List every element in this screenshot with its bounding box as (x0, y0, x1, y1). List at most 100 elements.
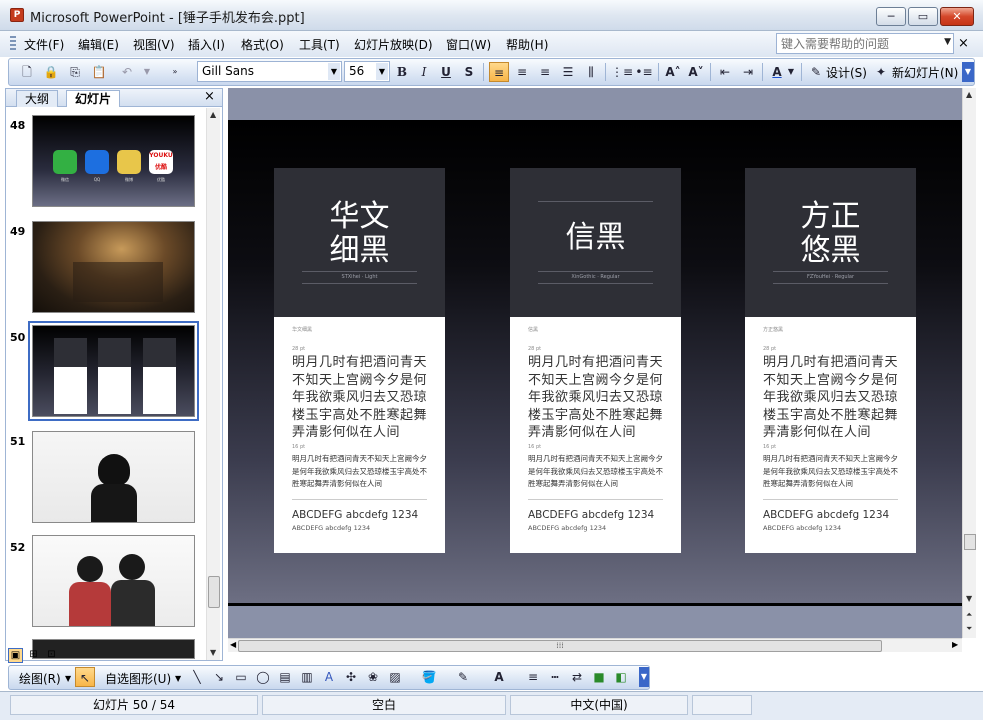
design-button[interactable]: 设计(S) (826, 64, 867, 81)
font-color-icon[interactable]: A (767, 62, 787, 82)
select-pointer-icon[interactable]: ↖ (75, 667, 95, 687)
oval-icon[interactable]: ◯ (253, 667, 273, 687)
design-template[interactable]: 空白 (262, 695, 506, 715)
design-icon[interactable]: ✎ (806, 62, 826, 82)
scroll-left-icon[interactable]: ◀ (230, 640, 236, 649)
slides-pane-scrollbar[interactable]: ▲ ▼ (206, 108, 220, 660)
decrease-indent-icon[interactable]: ⇤ (715, 62, 735, 82)
slide-thumbnail-49[interactable] (32, 221, 195, 313)
scroll-up-icon[interactable]: ▲ (210, 110, 216, 119)
align-left-icon[interactable]: ≡ (489, 62, 509, 82)
font-card[interactable]: 方正 悠黑 FZYouHei · Regular 方正悠黑 28 pt 明月几时… (745, 168, 916, 553)
toolbar-options-icon[interactable]: ▼ (962, 62, 974, 82)
font-color-icon[interactable]: A (489, 667, 509, 687)
3d-style-icon[interactable]: ◧ (611, 667, 631, 687)
diagram-icon[interactable]: ✣ (341, 667, 361, 687)
numbering-icon[interactable]: ⋮≡ (611, 62, 633, 82)
bullets-icon[interactable]: •≡ (634, 62, 654, 82)
tab-slides[interactable]: 幻灯片 (66, 90, 121, 107)
scrollbar-thumb[interactable] (208, 576, 220, 608)
align-center-icon[interactable]: ≡ (512, 62, 532, 82)
wordart-icon[interactable]: A (319, 667, 339, 687)
menu-edit[interactable]: 编辑(E) (78, 36, 119, 53)
font-size-box[interactable]: 56 ▼ (344, 61, 390, 82)
menu-tools[interactable]: 工具(T) (299, 36, 340, 53)
scroll-down-icon[interactable]: ▼ (966, 594, 972, 603)
chevron-down-icon[interactable]: ▼ (944, 37, 951, 47)
rectangle-icon[interactable]: ▭ (231, 667, 251, 687)
picture-icon[interactable]: ▨ (385, 667, 405, 687)
italic-button[interactable]: I (414, 62, 434, 82)
slide-thumbnail-50[interactable] (28, 321, 199, 421)
shadow-style-icon[interactable]: ■ (589, 667, 609, 687)
tab-outline[interactable]: 大纲 (16, 90, 59, 107)
slide-sorter-icon[interactable]: ⊞ (26, 648, 41, 663)
undo-dropdown-icon[interactable]: ▼ (137, 62, 157, 82)
scroll-down-icon[interactable]: ▼ (210, 648, 216, 657)
slide-thumbnail-48[interactable]: YOUKU优酷 微信 QQ 微博 优酷 (32, 115, 195, 207)
new-icon[interactable]: 🗋 (17, 62, 37, 82)
dash-style-icon[interactable]: ┅ (545, 667, 565, 687)
decrease-font-icon[interactable]: A˅ (686, 62, 706, 82)
shadow-button[interactable]: S (459, 62, 479, 82)
font-name-box[interactable]: Gill Sans ▼ (197, 61, 342, 82)
normal-view-icon[interactable]: ▣ (8, 648, 23, 663)
help-search-input[interactable] (777, 34, 937, 53)
pane-close-button[interactable]: × (204, 89, 215, 104)
undo-icon[interactable]: ↶ (117, 62, 137, 82)
slide-thumbnail-51[interactable] (32, 431, 195, 523)
menu-help[interactable]: 帮助(H) (506, 36, 548, 53)
scroll-right-icon[interactable]: ▶ (952, 640, 958, 649)
menu-view[interactable]: 视图(V) (133, 36, 175, 53)
bold-button[interactable]: B (392, 62, 412, 82)
chevron-down-icon[interactable]: ▼ (65, 674, 71, 683)
powerpoint-icon[interactable]: P (10, 8, 24, 22)
textbox-icon[interactable]: ▤ (275, 667, 295, 687)
permission-icon[interactable]: 🔒 (41, 62, 61, 82)
arrow-style-icon[interactable]: ⇄ (567, 667, 587, 687)
restore-button[interactable]: ▭ (908, 7, 938, 26)
menu-slideshow[interactable]: 幻灯片放映(D) (354, 36, 433, 53)
menu-grip-icon[interactable] (10, 36, 16, 52)
chevron-down-icon[interactable]: ▼ (175, 674, 181, 683)
slide-vertical-scrollbar[interactable]: ▲ ▼ ⏶ ⏷ (962, 88, 976, 638)
next-slide-icon[interactable]: ⏷ (966, 624, 972, 634)
toolbar-options-icon[interactable]: » (169, 62, 181, 82)
current-slide[interactable]: 华文 细黑 STXihei · Light 华文细黑 28 pt 明月几时有把酒… (228, 120, 962, 606)
increase-font-icon[interactable]: A˄ (663, 62, 683, 82)
autoshapes-menu[interactable]: 自选图形(U) (105, 670, 171, 687)
document-close-button[interactable]: × (958, 36, 969, 51)
font-card[interactable]: 信黑 XinGothic · Regular 信黑 28 pt 明月几时有把酒问… (510, 168, 681, 553)
arrow-icon[interactable]: ↘ (209, 667, 229, 687)
minimize-button[interactable]: ─ (876, 7, 906, 26)
menu-file[interactable]: 文件(F) (24, 36, 64, 53)
slide-thumbnail-52[interactable] (32, 535, 195, 627)
chevron-down-icon[interactable]: ▼ (785, 62, 797, 82)
align-right-icon[interactable]: ≡ (535, 62, 555, 82)
line-color-icon[interactable]: ✎ (453, 667, 473, 687)
close-button[interactable]: ✕ (940, 7, 974, 26)
paste-icon[interactable]: 📋 (89, 62, 109, 82)
menu-insert[interactable]: 插入(I) (188, 36, 225, 53)
font-card[interactable]: 华文 细黑 STXihei · Light 华文细黑 28 pt 明月几时有把酒… (274, 168, 445, 553)
new-slide-icon[interactable]: ✦ (871, 62, 891, 82)
copy-icon[interactable]: ⎘ (65, 62, 85, 82)
underline-button[interactable]: U (436, 62, 456, 82)
menu-window[interactable]: 窗口(W) (446, 36, 491, 53)
slideshow-view-icon[interactable]: ⊡ (44, 648, 59, 663)
menu-format[interactable]: 格式(O) (241, 36, 284, 53)
toolbar-options-icon[interactable]: ▼ (639, 667, 649, 687)
clipart-icon[interactable]: ❀ (363, 667, 383, 687)
slide-editing-area[interactable]: 华文 细黑 STXihei · Light 华文细黑 28 pt 明月几时有把酒… (228, 88, 962, 638)
line-style-icon[interactable]: ≡ (523, 667, 543, 687)
chevron-down-icon[interactable]: ▼ (376, 63, 388, 80)
increase-indent-icon[interactable]: ⇥ (738, 62, 758, 82)
scrollbar-thumb[interactable]: ⁞⁞⁞ (238, 640, 882, 652)
scroll-up-icon[interactable]: ▲ (966, 90, 972, 99)
draw-menu[interactable]: 绘图(R) (19, 670, 61, 687)
chevron-down-icon[interactable]: ▼ (328, 63, 340, 80)
slide-horizontal-scrollbar[interactable]: ◀ ⁞⁞⁞ ▶ (228, 638, 962, 652)
new-slide-button[interactable]: 新幻灯片(N) (892, 64, 958, 81)
help-search-box[interactable]: ▼ (776, 33, 954, 54)
justify-icon[interactable]: ☰ (558, 62, 578, 82)
